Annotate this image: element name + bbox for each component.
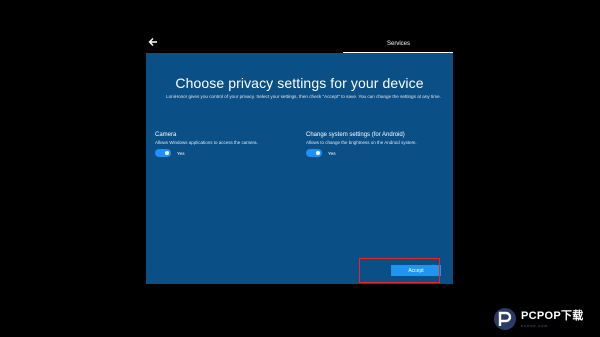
pcpop-logo-icon (494, 308, 516, 330)
back-arrow-icon (148, 38, 157, 46)
page-description: LoniHonor gives you control of your priv… (166, 94, 441, 99)
tab-services[interactable]: Services (387, 41, 410, 47)
watermark-sub: PCPOP.COM (521, 323, 548, 328)
setting-camera: Camera Allows Windows applications to ac… (155, 132, 258, 157)
accept-button[interactable]: Accept (391, 265, 441, 276)
toggle-knob (165, 151, 169, 155)
watermark-brand: PCPOP下载 (521, 309, 584, 322)
setting-camera-title: Camera (155, 132, 177, 138)
setting-system-toggle-row: Yes (306, 149, 417, 157)
pcpop-watermark: PCPOP下载 PCPOP.COM (492, 306, 584, 332)
privacy-panel: Choose privacy settings for your device … (146, 53, 453, 284)
toggle-knob (316, 151, 320, 155)
setting-camera-description: Allows Windows applications to access th… (155, 140, 258, 145)
camera-toggle-label: Yes (177, 150, 185, 156)
setting-system: Change system settings (for Android) All… (306, 132, 417, 157)
setting-system-title: Change system settings (for Android) (306, 132, 405, 138)
camera-toggle[interactable] (155, 149, 171, 157)
page-title: Choose privacy settings for your device (175, 75, 424, 91)
system-settings-toggle[interactable] (306, 149, 322, 157)
system-settings-toggle-label: Yes (328, 150, 336, 156)
setting-camera-toggle-row: Yes (155, 149, 258, 157)
setting-system-description: Allows to change the brightness on the A… (306, 140, 417, 145)
back-button[interactable] (148, 37, 160, 49)
